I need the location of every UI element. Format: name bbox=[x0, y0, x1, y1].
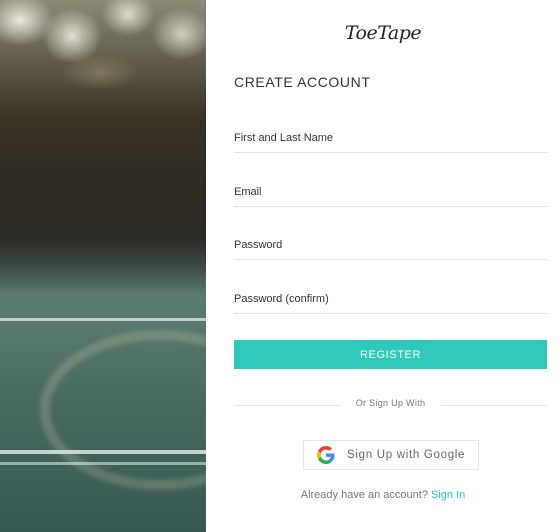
signup-panel: ToeTape CREATE ACCOUNT REGISTER Or Sign … bbox=[206, 0, 560, 532]
email-field-wrapper bbox=[234, 177, 547, 207]
court-line bbox=[0, 450, 206, 454]
background-photo bbox=[0, 0, 206, 532]
google-button-label: Sign Up with Google bbox=[347, 449, 466, 461]
signin-link[interactable]: Sign In bbox=[431, 489, 465, 501]
signin-prompt: Already have an account? Sign In bbox=[206, 489, 560, 501]
google-g-icon bbox=[317, 446, 335, 464]
password-field[interactable] bbox=[234, 230, 547, 259]
email-field[interactable] bbox=[234, 177, 547, 206]
password-confirm-field[interactable] bbox=[234, 284, 547, 313]
password-field-wrapper bbox=[234, 230, 547, 260]
signin-prompt-text: Already have an account? bbox=[300, 489, 428, 501]
court-line bbox=[0, 462, 206, 465]
divider-line bbox=[441, 405, 547, 406]
court-line bbox=[0, 318, 206, 321]
name-field-wrapper bbox=[234, 123, 547, 153]
name-field[interactable] bbox=[234, 123, 547, 152]
page-title: CREATE ACCOUNT bbox=[234, 74, 371, 90]
or-divider: Or Sign Up With bbox=[234, 398, 547, 412]
register-button[interactable]: REGISTER bbox=[234, 340, 547, 369]
password-confirm-field-wrapper bbox=[234, 284, 547, 314]
divider-text: Or Sign Up With bbox=[355, 398, 426, 408]
google-signup-button[interactable]: Sign Up with Google bbox=[303, 440, 479, 470]
brand-logo: ToeTape bbox=[344, 22, 422, 44]
court-arc bbox=[40, 330, 206, 490]
